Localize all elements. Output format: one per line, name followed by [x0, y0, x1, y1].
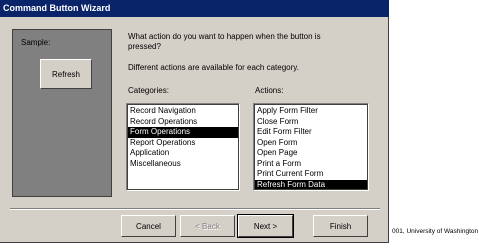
category-item[interactable]: Report Operations [128, 138, 238, 149]
actions-listbox[interactable]: Apply Form Filter Close Form Edit Form Fil… [253, 103, 369, 191]
finish-button-label: Finish [329, 221, 352, 231]
sample-panel: Sample: Refresh [12, 29, 112, 197]
window-title: Command Button Wizard [0, 0, 389, 17]
button-separator [10, 208, 380, 210]
actions-label: Actions: [255, 86, 284, 95]
categories-listbox[interactable]: Record Navigation Record Operations Form O… [126, 103, 240, 191]
action-item[interactable]: Edit Form Filter [255, 127, 367, 138]
action-item[interactable]: Apply Form Filter [255, 106, 367, 117]
action-question: What action do you want to happen when t… [128, 32, 321, 51]
action-item[interactable]: Print Current Form [255, 169, 367, 180]
command-button-wizard-dialog: Command Button Wizard Sample: Refresh Wh… [0, 0, 389, 243]
back-button[interactable]: < Back [180, 215, 235, 237]
action-item[interactable]: Open Page [255, 148, 367, 159]
finish-button[interactable]: Finish [313, 215, 368, 237]
sample-button-label: Refresh [51, 69, 80, 79]
category-item[interactable]: Record Operations [128, 117, 238, 128]
category-item[interactable]: Record Navigation [128, 106, 238, 117]
category-item[interactable]: Application [128, 148, 238, 159]
action-item[interactable]: Open Form [255, 138, 367, 149]
back-button-label: < Back [195, 221, 220, 231]
next-button-label: Next > [253, 221, 278, 231]
action-item[interactable]: Print a Form [255, 159, 367, 170]
categories-label: Categories: [128, 86, 169, 95]
copyright-text: 001, University of Washington [392, 228, 479, 235]
category-item[interactable]: Miscellaneous [128, 159, 238, 170]
action-item[interactable]: Close Form [255, 117, 367, 128]
sample-label: Sample: [21, 38, 51, 47]
cancel-button[interactable]: Cancel [121, 215, 176, 237]
sample-refresh-button: Refresh [40, 59, 92, 89]
cancel-button-label: Cancel [136, 221, 161, 231]
next-button[interactable]: Next > [237, 214, 294, 238]
action-item[interactable]: Refresh Form Data [255, 179, 367, 190]
category-item[interactable]: Form Operations [128, 127, 238, 138]
category-hint: Different actions are available for each… [128, 63, 299, 72]
